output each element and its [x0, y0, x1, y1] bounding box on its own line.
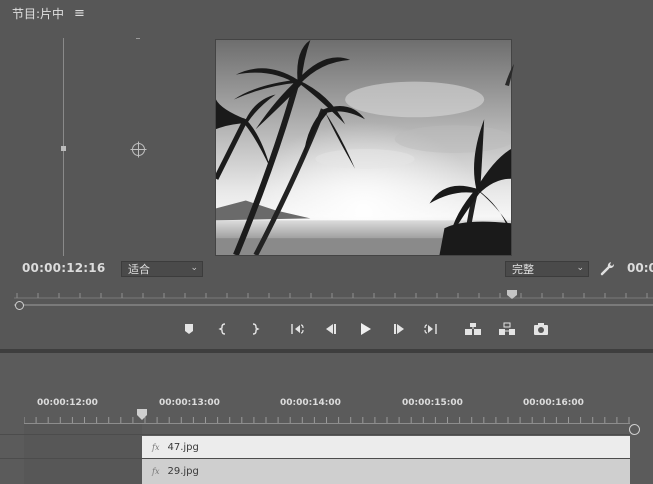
hamburger-icon[interactable]: ≡	[74, 6, 85, 21]
track-divider	[0, 434, 630, 435]
zoom-scroll-track[interactable]	[14, 304, 653, 306]
timeline-clip[interactable]: fx 29.jpg	[142, 459, 630, 484]
mark-in-icon[interactable]	[214, 320, 232, 338]
fx-badge-icon: fx	[152, 467, 160, 476]
wrench-icon[interactable]	[599, 260, 615, 276]
timeline-ruler[interactable]	[24, 413, 630, 423]
duration-timecode[interactable]: 00:0	[627, 261, 653, 275]
step-forward-icon[interactable]	[390, 320, 408, 338]
marker-icon[interactable]	[180, 320, 198, 338]
timeline-time-label: 00:00:14:00	[280, 398, 341, 408]
timeline-panel: 00:00:12:00 00:00:13:00 00:00:14:00 00:0…	[0, 353, 653, 484]
timeline-time-label: 00:00:15:00	[402, 398, 463, 408]
timeline-zoom-handle[interactable]	[629, 424, 640, 435]
time-ruler[interactable]	[14, 287, 653, 299]
play-icon[interactable]	[356, 320, 374, 338]
step-back-icon[interactable]	[322, 320, 340, 338]
track-empty-area[interactable]	[24, 424, 142, 484]
quality-dropdown[interactable]: 完整 ⌄	[505, 261, 589, 277]
program-monitor-panel: 节目:片中 ≡ 00:00:12:16 适合 ⌄ 完整 ⌄ 00:0	[0, 0, 653, 349]
extract-icon[interactable]	[498, 320, 516, 338]
fit-dropdown-value: 适合	[128, 263, 150, 276]
vertical-scroll-handle[interactable]	[61, 146, 66, 151]
lift-icon[interactable]	[464, 320, 482, 338]
panel-title[interactable]: 节目:片中	[12, 5, 64, 22]
go-to-in-icon[interactable]	[288, 320, 306, 338]
quality-dropdown-value: 完整	[512, 263, 534, 276]
panel-header: 节目:片中 ≡	[12, 4, 85, 22]
fx-badge-icon: fx	[152, 442, 160, 452]
tick-mark	[136, 38, 140, 39]
timeline-playhead[interactable]	[136, 409, 148, 421]
anchor-crosshair-icon[interactable]	[130, 141, 147, 158]
chevron-down-icon: ⌄	[576, 263, 584, 273]
current-timecode[interactable]: 00:00:12:16	[22, 261, 105, 275]
timeline-clip[interactable]: fx 47.jpg	[142, 436, 630, 458]
zoom-scroll-handle[interactable]	[15, 301, 24, 310]
clip-name: 47.jpg	[167, 441, 199, 453]
chevron-down-icon: ⌄	[190, 263, 198, 273]
fit-dropdown[interactable]: 适合 ⌄	[121, 261, 203, 277]
mark-out-icon[interactable]	[246, 320, 264, 338]
go-to-out-icon[interactable]	[422, 320, 440, 338]
preview-image[interactable]	[215, 39, 512, 256]
clip-name: 29.jpg	[167, 466, 199, 477]
timeline-time-label: 00:00:16:00	[523, 398, 584, 408]
playhead-marker[interactable]	[507, 290, 517, 299]
camera-icon[interactable]	[532, 320, 550, 338]
frond-fragment	[505, 64, 514, 86]
timeline-time-label: 00:00:12:00	[37, 398, 98, 408]
timeline-time-label: 00:00:13:00	[159, 398, 220, 408]
